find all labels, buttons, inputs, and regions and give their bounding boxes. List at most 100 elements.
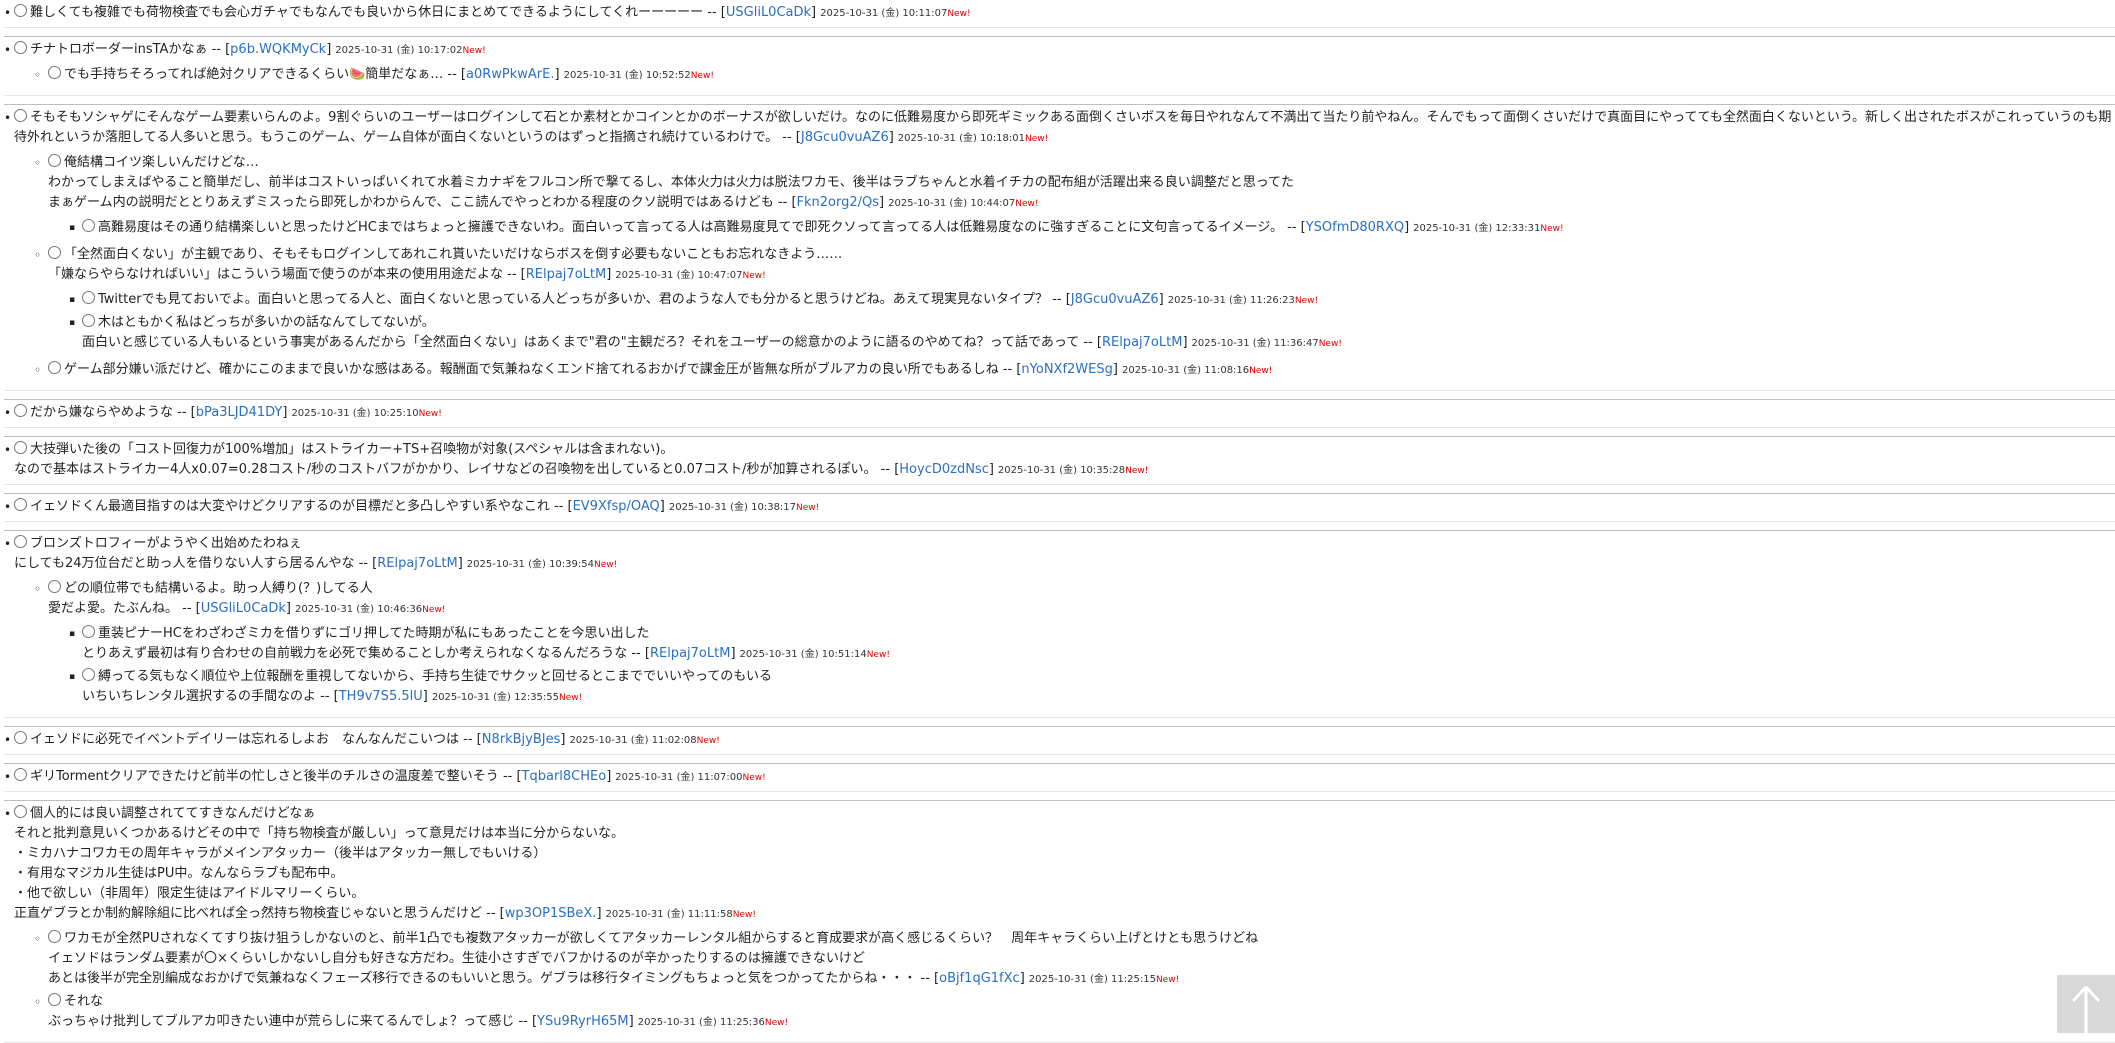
author-id-link[interactable]: RElpaj7oLtM: [377, 556, 457, 571]
new-badge: New!: [1249, 366, 1273, 376]
author-id-link[interactable]: USGliL0CaDk: [726, 5, 811, 20]
author-separator-end: ]: [457, 556, 463, 571]
author-id-link[interactable]: nYoNXf2WESg: [1021, 362, 1112, 377]
author-id-link[interactable]: a0RwPkwArE.: [466, 67, 555, 82]
author-separator-end: ]: [554, 67, 560, 82]
author-id-link[interactable]: N8rkBjyBJes: [482, 732, 561, 747]
author-separator-end: ]: [730, 646, 736, 661]
reply-radio[interactable]: [48, 580, 61, 593]
comment-timestamp: 2025-10-31 (金) 10:25:10: [291, 408, 419, 419]
author-id-link[interactable]: Fkn2org2/Qs: [797, 195, 880, 210]
author-separator-end: ]: [285, 601, 291, 616]
reply-radio[interactable]: [14, 441, 27, 454]
author-separator: -- [: [1282, 220, 1306, 235]
comment-text: 難しくても複雑でも荷物検査でも会心ガチャでもなんでも良いから休日にまとめてできる…: [30, 5, 704, 20]
reply-radio[interactable]: [48, 930, 61, 943]
author-separator-end: ]: [1182, 335, 1188, 350]
new-badge: New!: [742, 773, 766, 783]
author-id-link[interactable]: RElpaj7oLtM: [526, 267, 606, 282]
new-badge: New!: [1318, 339, 1342, 349]
comment-timestamp: 2025-10-31 (金) 11:02:08: [569, 735, 697, 746]
new-badge: New!: [1155, 975, 1180, 985]
author-separator: -- [: [459, 732, 482, 747]
author-id-link[interactable]: bPa3LJD41DY: [196, 405, 283, 420]
author-separator-end: ]: [606, 267, 612, 282]
comment-text: それな ぶっちゃけ批判してブルアカ叩きたい連中が荒らしに来てるんでしょ？って感じ: [48, 994, 515, 1029]
author-separator: -- [: [549, 499, 573, 514]
comment-item: イェソドくん最適目指すのは大変やけどクリアするのが目標だと多凸しやすい系やなこれ…: [4, 493, 2115, 522]
comment-text: チナトロボーダーinsTAかなぁ: [30, 42, 208, 57]
comment-timestamp: 2025-10-31 (金) 10:52:52: [563, 70, 691, 81]
comment-timestamp: 2025-10-31 (金) 10:51:14: [739, 649, 867, 660]
reply-radio[interactable]: [48, 66, 61, 79]
reply-radio[interactable]: [14, 498, 27, 511]
reply-radio[interactable]: [14, 4, 27, 17]
new-badge: New!: [690, 71, 715, 81]
reply-radio[interactable]: [14, 731, 27, 744]
author-id-link[interactable]: YSOfmD80RXQ: [1306, 220, 1404, 235]
comment-text: イェソドくん最適目指すのは大変やけどクリアするのが目標だと多凸しやすい系やなこれ: [30, 499, 550, 514]
scroll-to-top-button[interactable]: [2057, 975, 2115, 1033]
author-id-link[interactable]: p6b.WQKMyCk: [230, 42, 326, 57]
comment-text: イェソドに必死でイベントデイリーは忘れるしよお なんなんだこいつは: [30, 732, 460, 747]
comment-timestamp: 2025-10-31 (金) 10:35:28: [997, 465, 1126, 476]
comment-text: そもそもソシャゲにそんなゲーム要素いらんのよ。9割ぐらいのユーザーはログインして…: [14, 110, 2112, 145]
author-separator-end: ]: [659, 499, 665, 514]
reply-radio[interactable]: [82, 625, 95, 638]
reply-radio[interactable]: [82, 668, 95, 681]
author-id-link[interactable]: J8Gcu0vuAZ6: [801, 130, 889, 145]
reply-radio[interactable]: [14, 404, 27, 417]
arrow-up-icon: [2071, 985, 2101, 1033]
reply-radio[interactable]: [48, 993, 61, 1006]
author-separator: -- [: [354, 556, 378, 571]
author-separator-end: ]: [628, 1014, 634, 1029]
author-separator: -- [: [482, 906, 505, 921]
author-id-link[interactable]: Tqbarl8CHEo: [522, 769, 607, 784]
reply-item: ゲーム部分嫌い派だけど、確かにこのままで良いかな感はある。報酬面で気兼ねなくエン…: [34, 360, 2115, 381]
reply-radio[interactable]: [14, 41, 27, 54]
reply-item: でも手持ちそろってれば絶対クリアできるくらい🍉簡単だなぁ… -- [a0RwPk…: [34, 65, 2115, 86]
author-id-link[interactable]: TH9v7S5.5lU: [339, 689, 423, 704]
reply-item: 高難易度はその通り結構楽しいと思ったけどHCまではちょっと擁護できないわ。面白い…: [69, 218, 2115, 239]
new-badge: New!: [732, 910, 756, 920]
new-badge: New!: [696, 736, 720, 746]
reply-radio[interactable]: [14, 768, 27, 781]
new-badge: New!: [559, 693, 583, 703]
reply-radio[interactable]: [14, 109, 27, 122]
reply-radio[interactable]: [82, 314, 95, 327]
author-separator-end: ]: [1112, 362, 1118, 377]
author-separator: -- [: [778, 130, 801, 145]
reply-radio[interactable]: [48, 246, 61, 259]
author-separator-end: ]: [596, 906, 602, 921]
author-id-link[interactable]: RElpaj7oLtM: [650, 646, 730, 661]
reply-radio[interactable]: [48, 361, 61, 374]
reply-radio[interactable]: [14, 805, 27, 818]
author-separator-end: ]: [1158, 292, 1164, 307]
comment-text: 俺結構コイツ楽しいんだけどな… わかってしまえばやること簡単だし、前半はコストい…: [48, 155, 1295, 210]
comment-timestamp: 2025-10-31 (金) 12:33:31: [1413, 223, 1541, 234]
comment-timestamp: 2025-10-31 (金) 10:18:01: [897, 133, 1025, 144]
author-id-link[interactable]: oBjf1qG1fXc: [939, 971, 1020, 986]
comment-text: でも手持ちそろってれば絶対クリアできるくらい🍉簡単だなぁ…: [64, 67, 444, 82]
author-id-link[interactable]: USGliL0CaDk: [201, 601, 286, 616]
comment-text: 高難易度はその通り結構楽しいと思ったけどHCまではちょっと擁護できないわ。面白い…: [98, 220, 1283, 235]
reply-radio[interactable]: [82, 291, 95, 304]
new-badge: New!: [866, 650, 890, 660]
author-id-link[interactable]: J8Gcu0vuAZ6: [1071, 292, 1159, 307]
author-id-link[interactable]: wp3OP1SBeX.: [505, 906, 597, 921]
reply-radio[interactable]: [14, 535, 27, 548]
reply-radio[interactable]: [48, 154, 61, 167]
comment-text: Twitterでも見ておいでよ。面白いと思ってる人と、面白くないと思っている人ど…: [98, 292, 1049, 307]
author-id-link[interactable]: EV9Xfsp/OAQ: [573, 499, 660, 514]
author-separator: -- [: [1079, 335, 1102, 350]
reply-list: 俺結構コイツ楽しいんだけどな… わかってしまえばやること簡単だし、前半はコストい…: [14, 153, 2115, 381]
author-separator-end: ]: [988, 462, 994, 477]
comment-text: だから嫌ならやめような: [30, 405, 174, 420]
author-separator-end: ]: [879, 195, 885, 210]
author-id-link[interactable]: YSu9RyrH65M: [537, 1014, 629, 1029]
reply-list: 重装ピナーHCをわざわざミカを借りずにゴリ押してた時期が私にもあったことを今思い…: [48, 624, 2115, 708]
author-id-link[interactable]: HoycD0zdNsc: [899, 462, 989, 477]
author-separator: -- [: [1048, 292, 1071, 307]
author-id-link[interactable]: RElpaj7oLtM: [1102, 335, 1182, 350]
reply-radio[interactable]: [82, 219, 95, 232]
